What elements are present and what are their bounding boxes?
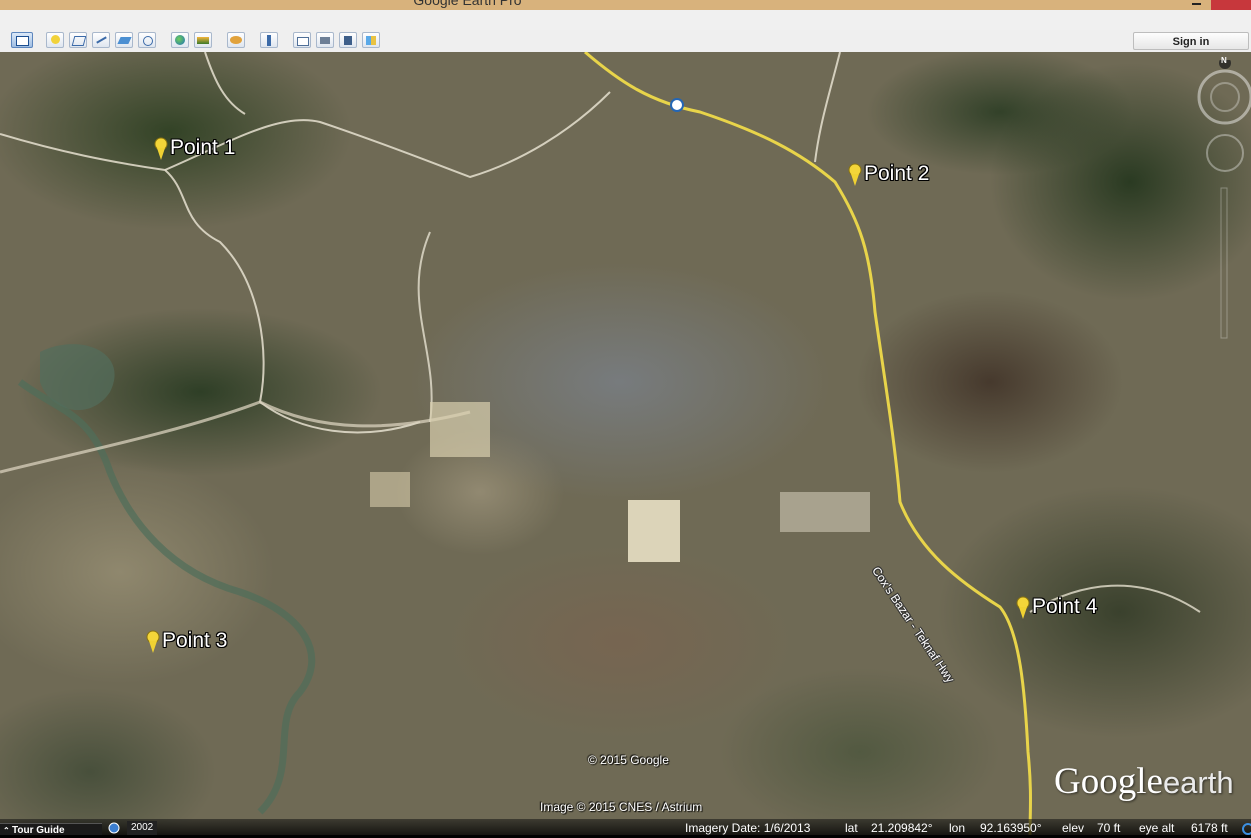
map-roads-layer <box>0 52 1201 835</box>
highway <box>584 52 1032 835</box>
record-tour-icon <box>143 36 153 46</box>
switch-planet-button[interactable] <box>227 32 245 48</box>
add-polygon-button[interactable] <box>69 32 87 48</box>
print-button[interactable] <box>316 32 334 48</box>
add-placemark-icon <box>51 35 60 44</box>
email-icon <box>297 37 309 46</box>
imagery-date: Imagery Date: 1/6/2013 <box>685 821 811 835</box>
lon-label: lon <box>949 821 966 835</box>
tour-guide-label: Tour Guide <box>12 825 65 836</box>
placemark-label: Point 2 <box>864 162 930 185</box>
ruler-icon <box>267 35 271 46</box>
view-in-maps-button[interactable] <box>362 32 380 48</box>
title-bar: Google Earth Pro <box>0 0 1251 10</box>
google-earth-logo: Googleearth <box>1054 760 1234 803</box>
window-title: Google Earth Pro <box>413 0 522 8</box>
road <box>417 231 433 423</box>
add-image-overlay-button[interactable] <box>115 32 133 48</box>
add-path-button[interactable] <box>92 32 110 48</box>
add-polygon-icon <box>71 36 86 46</box>
lon-value: 92.163950° <box>980 821 1042 835</box>
historical-imagery-clock-icon[interactable] <box>108 822 120 834</box>
clearing <box>780 492 870 532</box>
sidebar-toggle-icon <box>16 36 29 46</box>
save-image-icon <box>344 36 352 45</box>
minimize-button[interactable] <box>1186 0 1206 10</box>
elev-value: 70 ft <box>1097 821 1121 835</box>
river <box>17 379 316 815</box>
eye-alt-value: 6178 ft <box>1191 821 1228 835</box>
email-button[interactable] <box>293 32 311 48</box>
navigation-controls: N <box>1193 56 1251 350</box>
placemark-label: Point 1 <box>170 136 236 159</box>
clearing <box>628 500 680 562</box>
logo-google-text: Google <box>1054 761 1163 802</box>
pushpin-icon <box>154 137 168 160</box>
copyright-imagery: Image © 2015 CNES / Astrium <box>540 800 703 814</box>
tour-guide-button[interactable]: ⌃ Tour Guide <box>0 823 102 836</box>
add-placemark-button[interactable] <box>46 32 64 48</box>
print-icon <box>320 37 330 44</box>
map-view[interactable]: Point 1 Point 2 Point 3 Point 4 Cox's Ba… <box>0 52 1251 835</box>
eye-alt-label: eye alt <box>1139 821 1175 835</box>
toolbar: Sign in <box>0 30 1251 53</box>
bus-stop-marker <box>670 98 684 112</box>
record-tour-button[interactable] <box>138 32 156 48</box>
sidebar-toggle-button[interactable] <box>11 32 33 48</box>
road <box>814 52 841 163</box>
compass-north-label: N <box>1221 56 1227 65</box>
add-path-icon <box>96 36 107 44</box>
historical-year-badge[interactable]: 2002 <box>127 821 158 835</box>
sunlight-icon <box>197 37 209 44</box>
placemark-label: Point 3 <box>162 629 228 652</box>
save-image-button[interactable] <box>339 32 357 48</box>
copyright-google: © 2015 Google <box>588 753 669 767</box>
logo-earth-text: earth <box>1162 765 1234 800</box>
pushpin-icon <box>146 630 160 653</box>
switch-planet-icon <box>230 36 242 44</box>
historical-imagery-icon <box>175 35 185 45</box>
pushpin-icon <box>1016 596 1030 619</box>
clearing <box>370 472 410 507</box>
historical-imagery-button[interactable] <box>171 32 189 48</box>
placemark-label: Point 4 <box>1032 595 1098 618</box>
elev-label: elev <box>1062 821 1085 835</box>
navigation-compass-icon[interactable] <box>1193 57 1251 350</box>
ruler-button[interactable] <box>260 32 278 48</box>
pushpin-icon <box>848 163 862 186</box>
lat-value: 21.209842° <box>871 821 933 835</box>
close-button[interactable] <box>1211 0 1251 10</box>
view-in-maps-icon <box>366 36 376 45</box>
sign-in-button[interactable]: Sign in <box>1133 32 1249 50</box>
lat-label: lat <box>845 821 858 835</box>
sunlight-button[interactable] <box>194 32 212 48</box>
streaming-progress-icon <box>1242 823 1251 835</box>
road <box>204 52 246 115</box>
add-image-overlay-icon <box>117 37 132 44</box>
chevron-up-icon: ⌃ <box>3 826 10 835</box>
clearing <box>430 402 490 457</box>
menu-bar <box>0 10 1251 30</box>
